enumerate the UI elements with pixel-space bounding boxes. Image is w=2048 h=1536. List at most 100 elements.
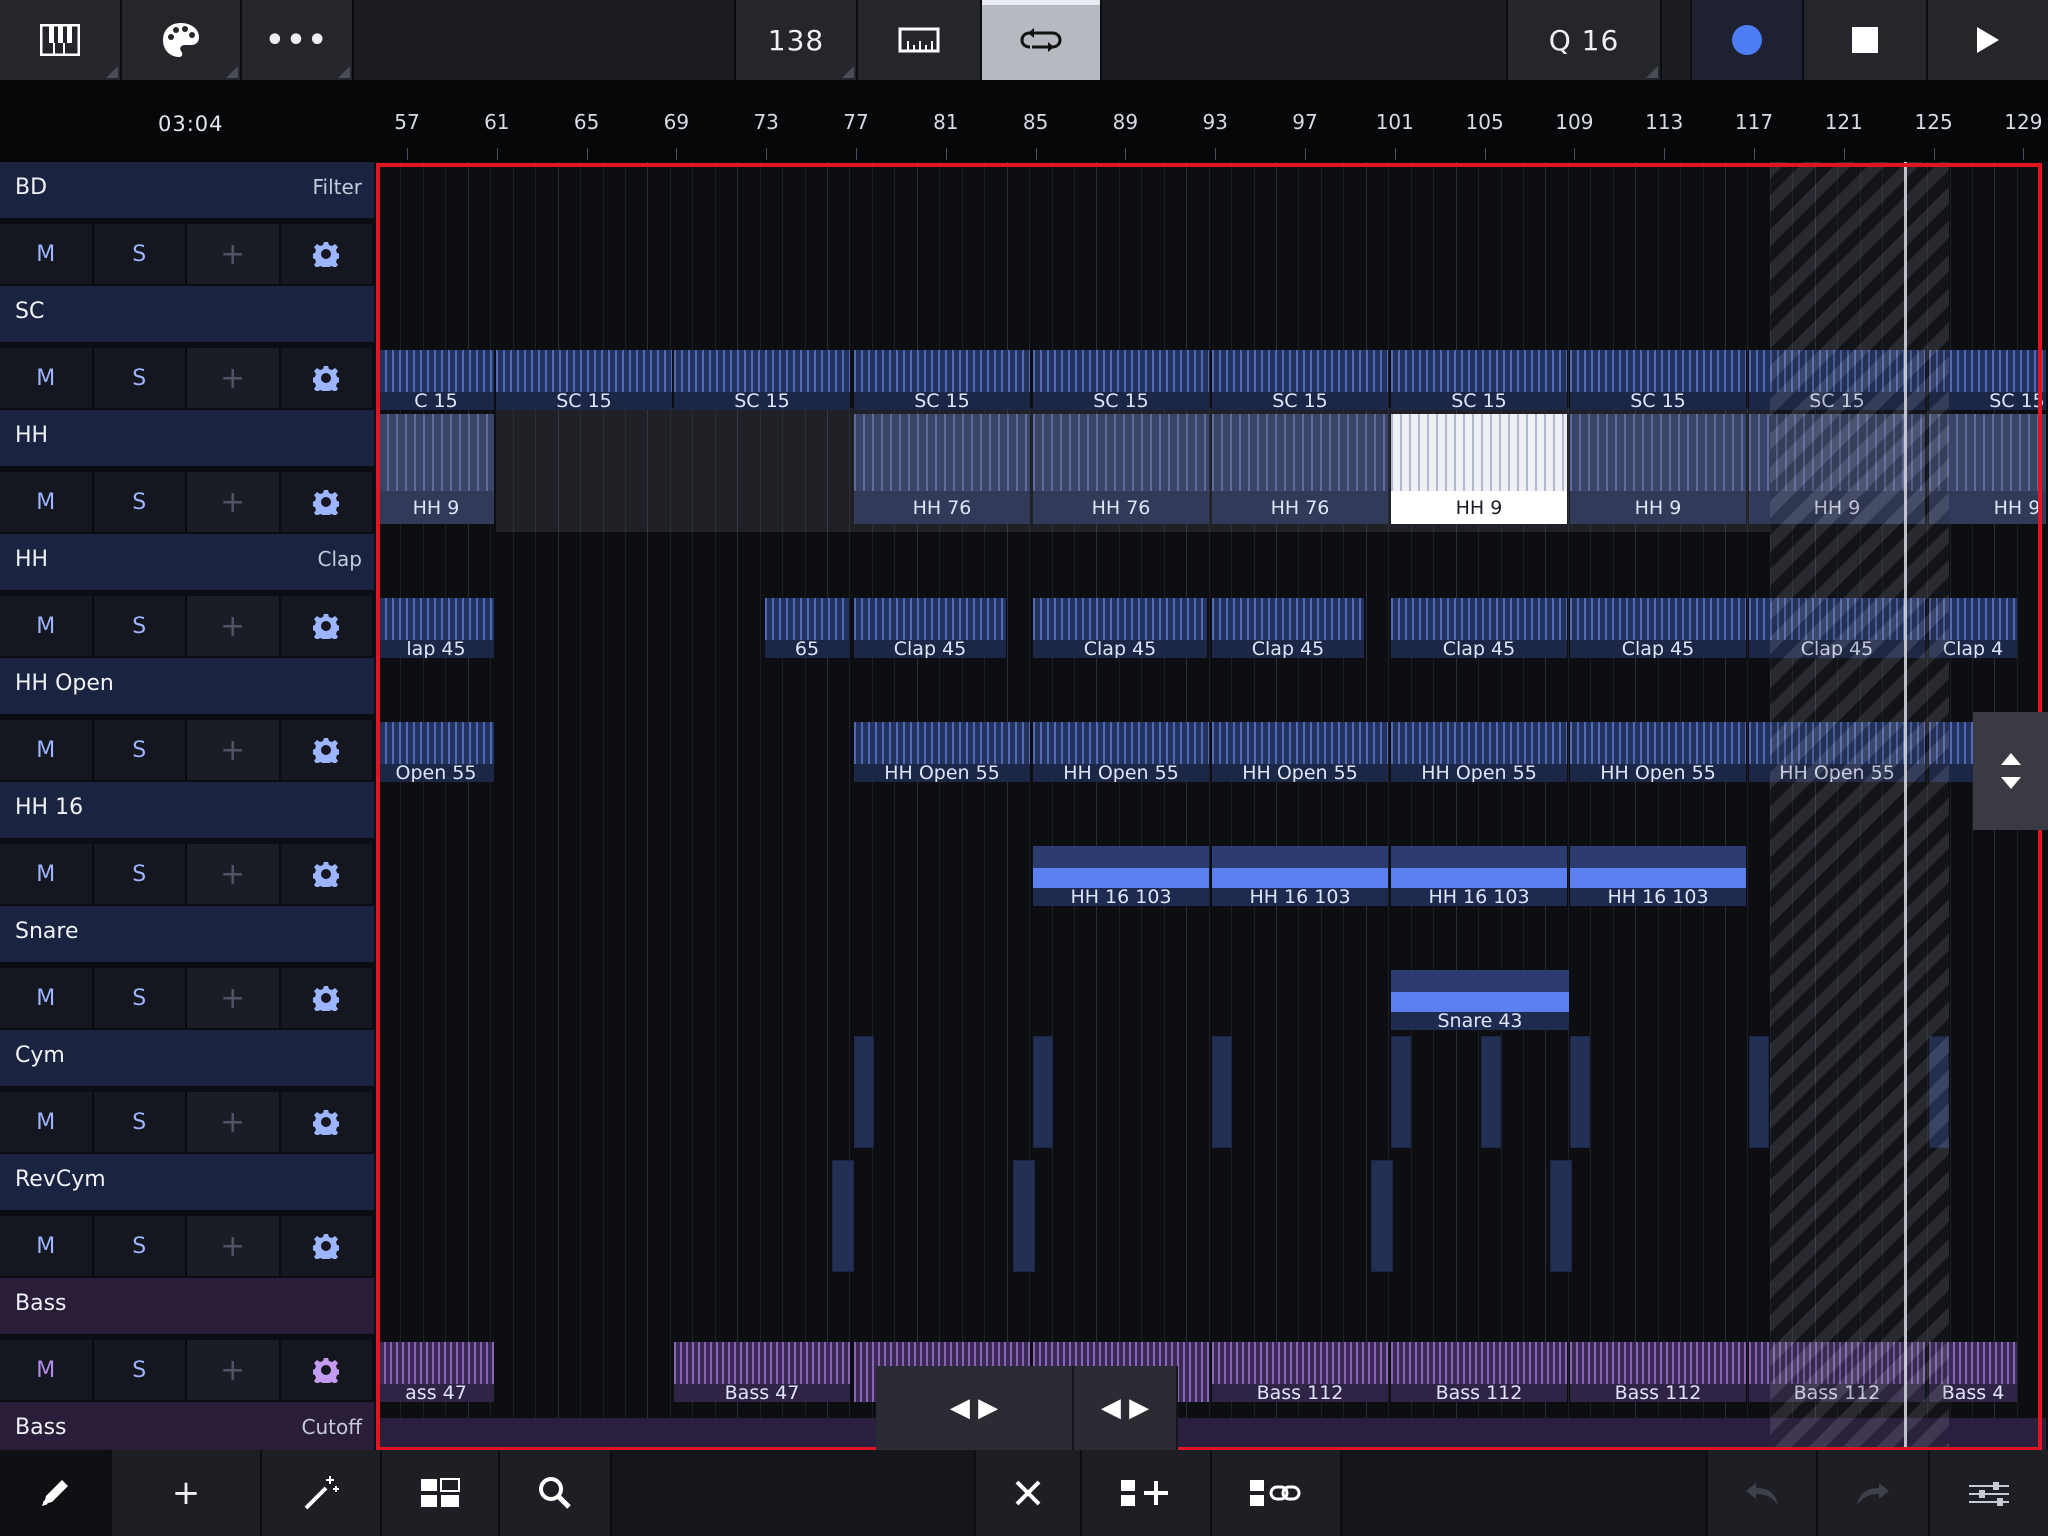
cymbal-clip[interactable]	[1481, 1036, 1501, 1148]
clip[interactable]: HH Open 55	[1212, 722, 1388, 782]
clip[interactable]: HH Open 55	[854, 722, 1030, 782]
solo-button[interactable]: S	[93, 1216, 187, 1276]
stop-button[interactable]	[1804, 0, 1928, 80]
solo-button[interactable]: S	[93, 472, 187, 532]
clip[interactable]: Clap 45	[1391, 598, 1567, 658]
mute-button[interactable]: M	[0, 348, 94, 408]
cymbal-clip[interactable]	[1212, 1036, 1232, 1148]
revcym-clip[interactable]	[1013, 1160, 1035, 1272]
gear-icon[interactable]	[280, 1216, 374, 1276]
clip[interactable]: C 15	[378, 350, 494, 410]
clip[interactable]: Open 55	[378, 722, 494, 782]
mute-button[interactable]: M	[0, 720, 94, 780]
track-header[interactable]: BD Filter	[0, 162, 374, 220]
clip[interactable]: Bass 112	[1391, 1342, 1567, 1402]
mute-button[interactable]: M	[0, 968, 94, 1028]
track-header[interactable]: HH Open	[0, 658, 374, 716]
quantize-button[interactable]: Q 16	[1508, 0, 1662, 80]
magic-wand-icon[interactable]	[262, 1450, 382, 1536]
solo-button[interactable]: S	[93, 844, 187, 904]
clip[interactable]: HH Open 55	[1570, 722, 1746, 782]
add-button[interactable]: +	[187, 348, 281, 408]
track-header[interactable]: SC	[0, 286, 374, 344]
mixer-icon[interactable]	[1930, 1450, 2048, 1536]
clip[interactable]: SC 15	[674, 350, 850, 410]
clip[interactable]: HH 16 103	[1033, 846, 1209, 906]
gear-icon[interactable]	[280, 1092, 374, 1152]
add-button[interactable]: +	[187, 720, 281, 780]
clip[interactable]: Clap 45	[1212, 598, 1364, 658]
solo-button[interactable]: S	[93, 1340, 187, 1400]
clip[interactable]: lap 45	[378, 598, 494, 658]
gear-icon[interactable]	[280, 844, 374, 904]
track-header[interactable]: Snare	[0, 906, 374, 964]
gear-icon[interactable]	[280, 968, 374, 1028]
clip[interactable]: Clap 45	[854, 598, 1006, 658]
clip[interactable]: SC 15	[1391, 350, 1567, 410]
track-header[interactable]: HH	[0, 410, 374, 468]
clip[interactable]: HH 16 103	[1391, 846, 1567, 906]
gear-icon[interactable]	[280, 472, 374, 532]
search-icon[interactable]	[500, 1450, 612, 1536]
add-button[interactable]: +	[187, 596, 281, 656]
clip[interactable]: HH Open 55	[1033, 722, 1209, 782]
gear-icon[interactable]	[280, 348, 374, 408]
cymbal-clip[interactable]	[854, 1036, 874, 1148]
track-header[interactable]: HH 16	[0, 782, 374, 840]
more-icon[interactable]: •••	[242, 0, 354, 80]
metronome-icon[interactable]	[858, 0, 982, 80]
revcym-clip[interactable]	[1550, 1160, 1572, 1272]
mute-button[interactable]: M	[0, 472, 94, 532]
revcym-clip[interactable]	[832, 1160, 854, 1272]
pencil-icon[interactable]	[0, 1450, 112, 1536]
delete-icon[interactable]	[976, 1450, 1082, 1536]
solo-button[interactable]: S	[93, 720, 187, 780]
add-button[interactable]: +	[187, 224, 281, 284]
mute-button[interactable]: M	[0, 1340, 94, 1400]
clip[interactable]: Snare 43	[1391, 970, 1569, 1030]
tempo-button[interactable]: 138	[736, 0, 858, 80]
piano-icon[interactable]	[0, 0, 122, 80]
play-button[interactable]	[1928, 0, 2048, 80]
clip[interactable]: Clap 45	[1570, 598, 1746, 658]
loop-region[interactable]	[1770, 162, 1949, 1450]
solo-button[interactable]: S	[93, 1092, 187, 1152]
clip[interactable]: SC 15	[854, 350, 1030, 410]
revcym-clip[interactable]	[1371, 1160, 1393, 1272]
mute-button[interactable]: M	[0, 224, 94, 284]
track-header[interactable]: RevCym	[0, 1154, 374, 1212]
solo-button[interactable]: S	[93, 968, 187, 1028]
clip[interactable]: HH 76	[1033, 414, 1209, 524]
add-button[interactable]: +	[187, 1216, 281, 1276]
clip[interactable]: ass 47	[378, 1342, 494, 1402]
arrangement-area[interactable]: C 15 SC 15 SC 15 SC 15 SC 15 SC 15 SC 15 SC 15 S…	[378, 162, 2046, 1450]
gear-icon[interactable]	[280, 720, 374, 780]
clip[interactable]: SC 15	[1570, 350, 1746, 410]
clip[interactable]: Bass 47	[674, 1342, 850, 1402]
clip[interactable]: HH 16 103	[1570, 846, 1746, 906]
add-button[interactable]: +	[187, 1340, 281, 1400]
add-icon[interactable]: +	[112, 1450, 262, 1536]
clip[interactable]: SC 15	[1212, 350, 1388, 410]
solo-button[interactable]: S	[93, 348, 187, 408]
clip[interactable]: HH 9	[1391, 414, 1567, 524]
clip[interactable]: HH 9	[378, 414, 494, 524]
track-header[interactable]: HH Clap	[0, 534, 374, 592]
add-button[interactable]: +	[187, 472, 281, 532]
palette-icon[interactable]	[122, 0, 242, 80]
mute-button[interactable]: M	[0, 1092, 94, 1152]
clip[interactable]: HH 76	[1212, 414, 1388, 524]
vertical-zoom-button[interactable]	[1973, 712, 2048, 830]
add-button[interactable]: +	[187, 1092, 281, 1152]
clip[interactable]: HH 16 103	[1212, 846, 1388, 906]
solo-button[interactable]: S	[93, 224, 187, 284]
add-button[interactable]: +	[187, 844, 281, 904]
clip[interactable]: HH 76	[854, 414, 1030, 524]
clip[interactable]: HH Open 55	[1391, 722, 1567, 782]
mute-button[interactable]: M	[0, 844, 94, 904]
gear-icon[interactable]	[280, 596, 374, 656]
redo-icon[interactable]	[1818, 1450, 1930, 1536]
clip[interactable]: Bass 112	[1212, 1342, 1388, 1402]
solo-button[interactable]: S	[93, 596, 187, 656]
clip[interactable]: SC 15	[496, 350, 672, 410]
